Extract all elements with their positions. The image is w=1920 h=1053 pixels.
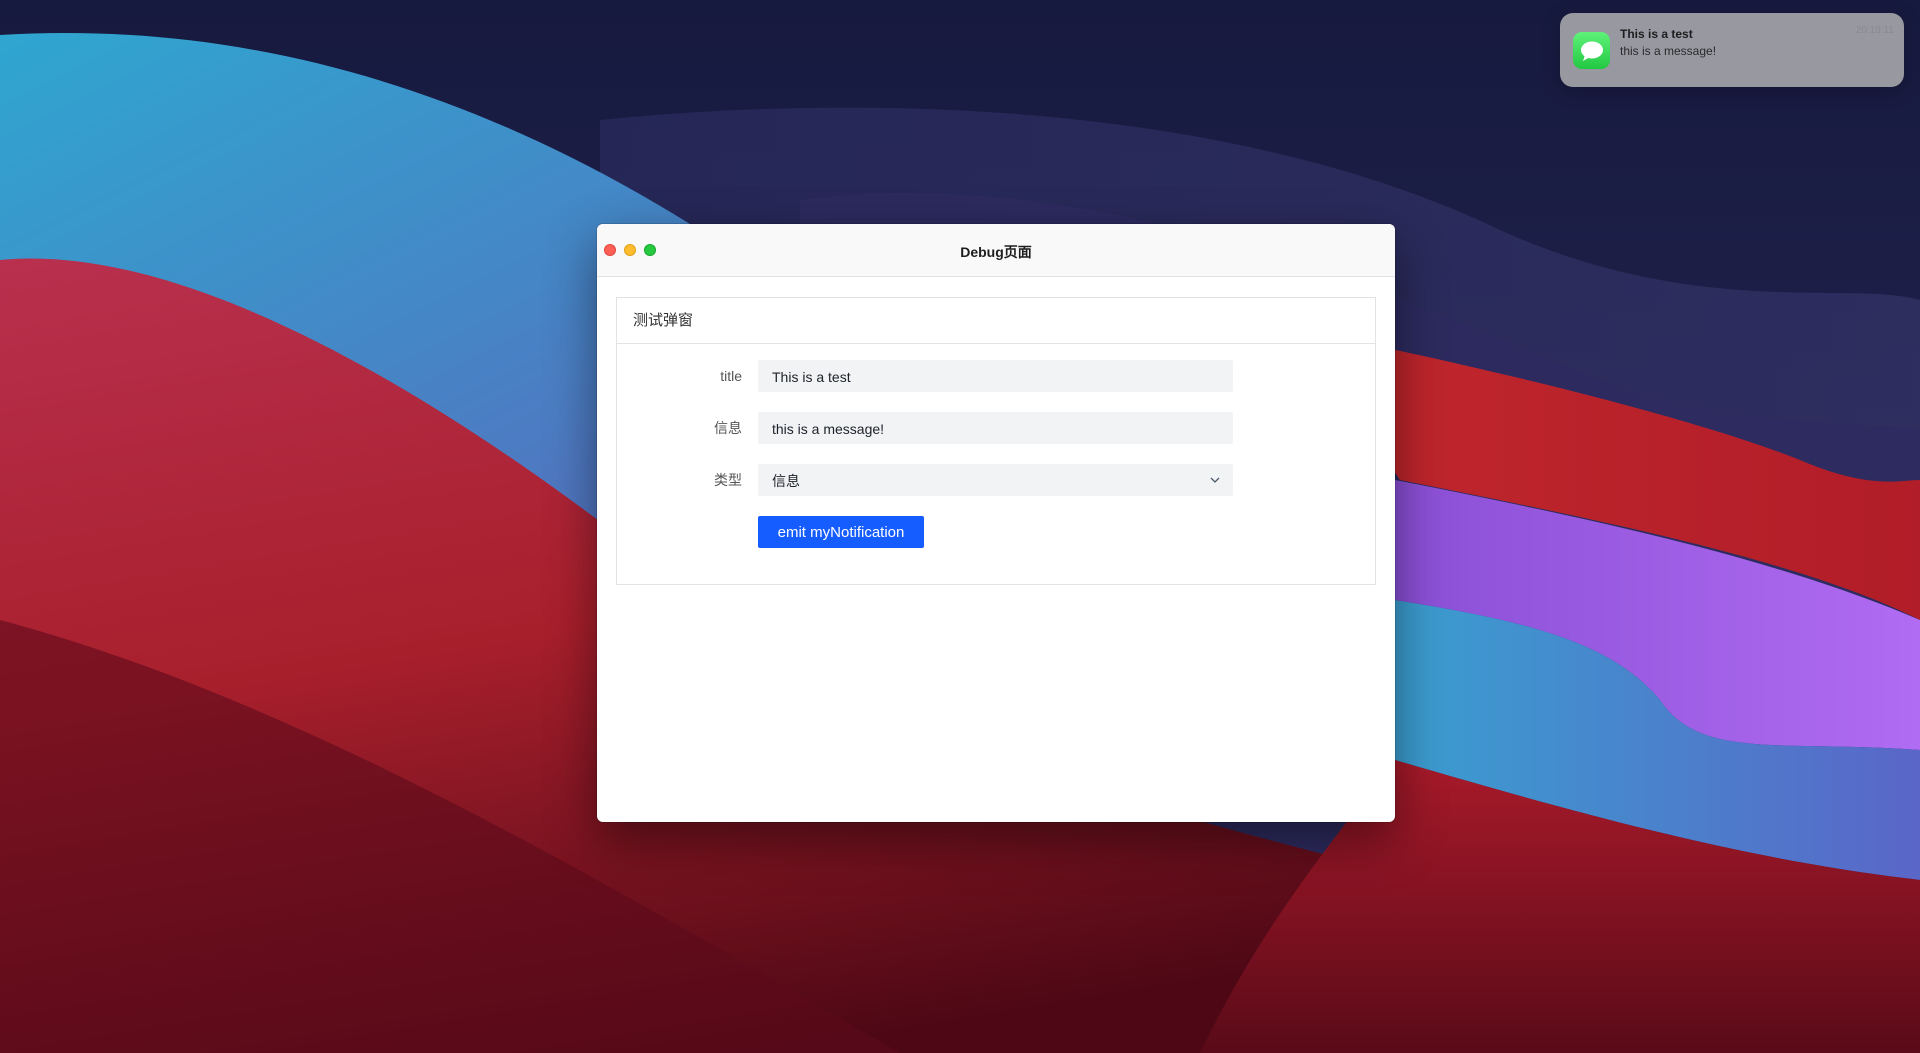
- notification-title: This is a test: [1620, 27, 1693, 41]
- desktop: This is a test this is a message! 20:19:…: [0, 0, 1920, 1053]
- title-label: title: [720, 368, 742, 384]
- messages-icon: [1573, 32, 1610, 69]
- test-popup-card: 测试弹窗 title This is a test 信息 this is a m…: [616, 297, 1376, 585]
- app-window: Debug页面 测试弹窗 title This is a test 信息 thi…: [597, 224, 1395, 822]
- notification-time: 20:19:11: [1855, 25, 1894, 36]
- form-row-title: title This is a test: [617, 360, 1377, 392]
- chevron-down-icon: [1210, 477, 1220, 483]
- type-label: 类型: [714, 472, 742, 488]
- notification-body: this is a message!: [1620, 44, 1717, 58]
- title-input[interactable]: This is a test: [758, 360, 1233, 392]
- message-input[interactable]: this is a message!: [758, 412, 1233, 444]
- type-select[interactable]: 信息: [758, 464, 1233, 496]
- emit-notification-button[interactable]: emit myNotification: [758, 516, 924, 548]
- window-content: 测试弹窗 title This is a test 信息 this is a m…: [597, 277, 1395, 822]
- window-titlebar[interactable]: Debug页面: [597, 224, 1395, 277]
- form-row-type: 类型 信息: [617, 464, 1377, 496]
- notification-banner[interactable]: This is a test this is a message! 20:19:…: [1560, 13, 1904, 87]
- window-title: Debug页面: [960, 244, 1032, 260]
- message-label: 信息: [714, 420, 742, 436]
- form-row-message: 信息 this is a message!: [617, 412, 1377, 444]
- type-select-value: 信息: [772, 473, 800, 489]
- card-title: 测试弹窗: [617, 298, 1375, 344]
